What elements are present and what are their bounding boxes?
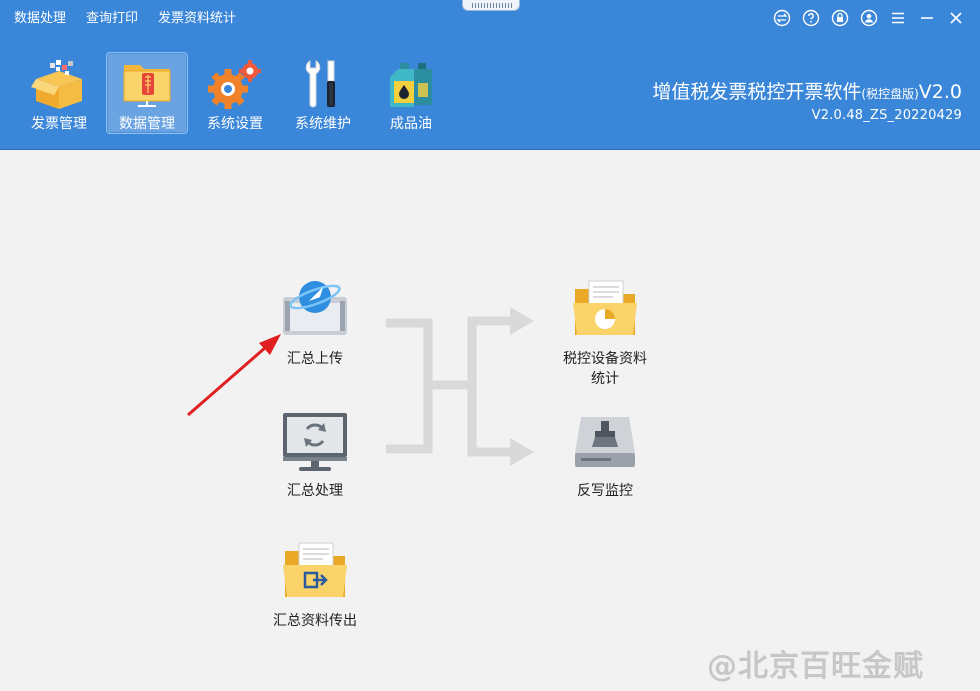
summary-export-button[interactable]: 汇总资料传出 bbox=[265, 537, 365, 631]
disk-broom-icon bbox=[565, 407, 645, 475]
main-toolbar: 发票管理 数据管理 系统设置 系统维护 成品油 bbox=[18, 52, 452, 134]
menu-data-processing[interactable]: 数据处理 bbox=[14, 10, 66, 28]
writeback-monitor-label: 反写监控 bbox=[577, 483, 633, 499]
title-bar: 数据处理 查询打印 发票资料统计 发票管理 数据管理 系统设置 系统维护 成品油… bbox=[0, 0, 980, 150]
minimize-icon[interactable] bbox=[917, 8, 937, 28]
device-stats-label: 税控设备资料 统计 bbox=[563, 351, 647, 387]
toolbar-label: 系统设置 bbox=[207, 116, 263, 132]
monitor-refresh-icon bbox=[275, 407, 355, 475]
watermark: @北京百旺金赋 bbox=[707, 649, 924, 684]
summary-process-button[interactable]: 汇总处理 bbox=[275, 407, 355, 501]
menu-icon[interactable] bbox=[888, 8, 908, 28]
close-icon[interactable] bbox=[946, 8, 966, 28]
toolbar-label: 数据管理 bbox=[119, 116, 175, 132]
product-title: 增值税发票税控开票软件(税控盘版)V2.0 bbox=[652, 80, 962, 106]
writeback-monitor-button[interactable]: 反写监控 bbox=[565, 407, 645, 501]
product-version: V2.0.48_ZS_20220429 bbox=[811, 108, 962, 123]
switch-icon[interactable] bbox=[772, 8, 792, 28]
toolbar-system-settings[interactable]: 系统设置 bbox=[194, 52, 276, 134]
annotation-arrow bbox=[187, 345, 267, 417]
menu-query-print[interactable]: 查询打印 bbox=[86, 10, 138, 28]
summary-upload-label: 汇总上传 bbox=[287, 351, 343, 367]
lock-icon[interactable] bbox=[830, 8, 850, 28]
help-icon[interactable] bbox=[801, 8, 821, 28]
wrench-screwdriver-icon bbox=[294, 57, 352, 111]
data-folder-icon bbox=[118, 57, 176, 111]
toolbar-label: 发票管理 bbox=[31, 116, 87, 132]
flow-arrows bbox=[187, 307, 534, 466]
folder-export-icon bbox=[275, 537, 355, 605]
toolbar-label: 系统维护 bbox=[295, 116, 351, 132]
upload-globe-icon bbox=[275, 275, 355, 343]
data-management-panel: 汇总上传 汇总处理 汇总资料传出 税控设备资料 统计 反写监控 @北京百旺金赋 bbox=[0, 151, 980, 691]
oil-can-icon bbox=[382, 57, 440, 111]
invoice-box-icon bbox=[30, 57, 88, 111]
product-title-text: 增值税发票税控开票软件 bbox=[652, 81, 862, 103]
folder-chart-icon bbox=[565, 275, 645, 343]
toolbar-invoice-management[interactable]: 发票管理 bbox=[18, 52, 100, 134]
toolbar-refined-oil[interactable]: 成品油 bbox=[370, 52, 452, 134]
toolbar-label: 成品油 bbox=[390, 116, 432, 132]
toolbar-data-management[interactable]: 数据管理 bbox=[106, 52, 188, 134]
menu-invoice-statistics[interactable]: 发票资料统计 bbox=[158, 10, 236, 28]
top-menu: 数据处理 查询打印 发票资料统计 bbox=[14, 10, 236, 28]
summary-export-label: 汇总资料传出 bbox=[273, 613, 357, 629]
gears-icon bbox=[206, 57, 264, 111]
summary-process-label: 汇总处理 bbox=[287, 483, 343, 499]
product-title-suffix: V2.0 bbox=[918, 81, 962, 103]
product-edition: (税控盘版) bbox=[861, 87, 919, 101]
product-brand: 增值税发票税控开票软件(税控盘版)V2.0 V2.0.48_ZS_2022042… bbox=[652, 80, 962, 123]
user-icon[interactable] bbox=[859, 8, 879, 28]
summary-upload-button[interactable]: 汇总上传 bbox=[275, 275, 355, 369]
device-stats-button[interactable]: 税控设备资料 统计 bbox=[555, 275, 655, 389]
toolbar-system-maintenance[interactable]: 系统维护 bbox=[282, 52, 364, 134]
window-grip-handle[interactable] bbox=[462, 0, 520, 11]
window-controls bbox=[772, 8, 966, 28]
